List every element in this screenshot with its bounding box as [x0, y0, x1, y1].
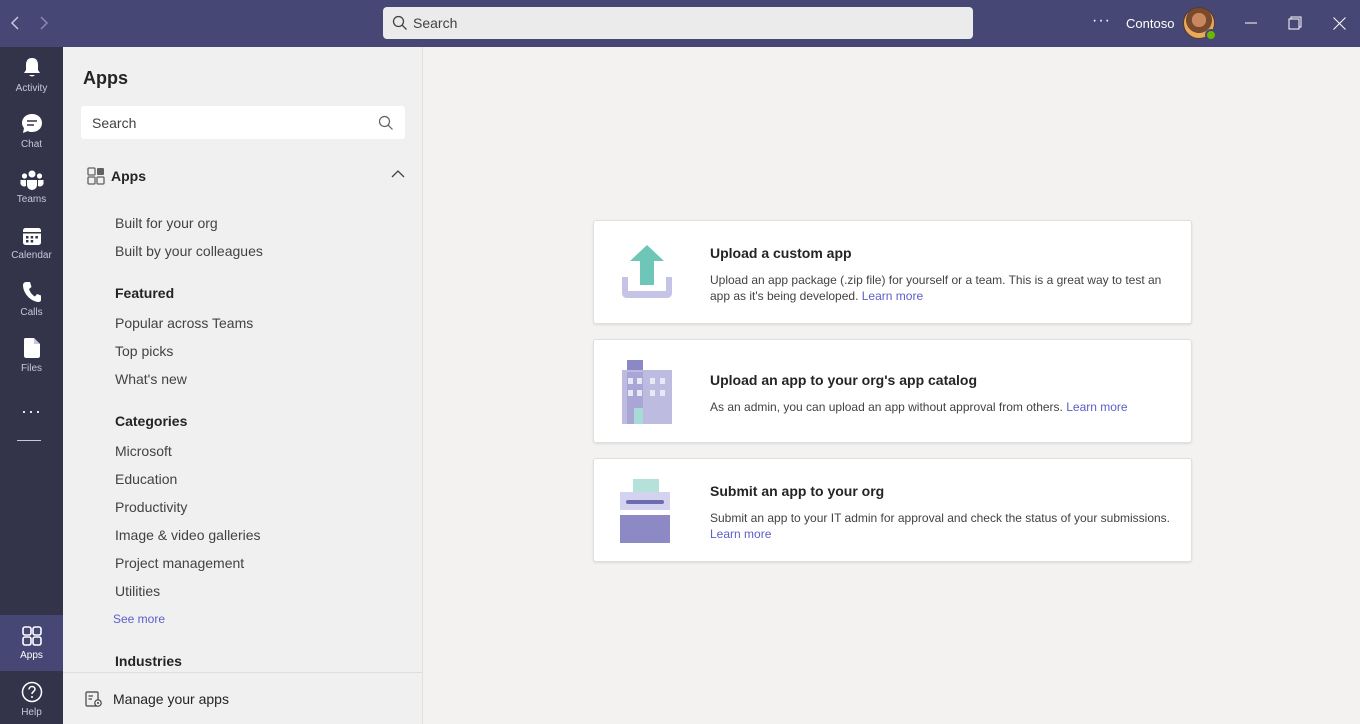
- rail-item-calendar[interactable]: Calendar: [0, 215, 63, 271]
- calendar-icon: [22, 227, 41, 245]
- learn-more-link[interactable]: Learn more: [862, 289, 923, 303]
- close-icon[interactable]: [1327, 12, 1351, 34]
- nav-category-education[interactable]: Education: [115, 471, 177, 487]
- card-description: Upload an app package (.zip file) for yo…: [710, 272, 1172, 304]
- apps-section-label: Apps: [111, 168, 146, 184]
- nav-built-by-colleagues[interactable]: Built by your colleagues: [115, 243, 263, 259]
- org-name[interactable]: Contoso: [1126, 16, 1174, 31]
- minimize-icon[interactable]: [1239, 12, 1263, 34]
- categories-heading: Categories: [115, 413, 188, 429]
- rail-label-activity: Activity: [15, 82, 48, 94]
- apps-search-input[interactable]: Search: [81, 106, 405, 139]
- more-options-icon[interactable]: ···: [1092, 12, 1111, 30]
- apps-left-pane: Apps Search Apps Built for your org Buil…: [63, 47, 423, 724]
- rail-label-files: Files: [20, 362, 43, 374]
- apps-section-toggle[interactable]: Apps: [87, 165, 405, 187]
- manage-apps-button[interactable]: Manage your apps: [63, 672, 422, 724]
- back-arrow-icon[interactable]: [4, 12, 26, 34]
- card-description-text: As an admin, you can upload an app witho…: [710, 400, 1063, 414]
- rail-item-calls[interactable]: Calls: [0, 271, 63, 327]
- search-icon: [392, 15, 407, 30]
- global-search-input[interactable]: Search: [383, 7, 973, 39]
- chat-icon: [21, 113, 42, 133]
- rail-item-activity[interactable]: Activity: [0, 47, 63, 103]
- featured-heading: Featured: [115, 285, 175, 301]
- building-icon: [622, 360, 672, 424]
- learn-more-link[interactable]: Learn more: [1066, 400, 1127, 414]
- search-icon[interactable]: [378, 115, 394, 131]
- rail-label-apps: Apps: [20, 649, 43, 661]
- rail-item-files[interactable]: Files: [0, 327, 63, 383]
- apps-icon: [21, 625, 42, 646]
- manage-apps-icon: [85, 690, 102, 707]
- rail-label-calls: Calls: [20, 306, 43, 318]
- rail-label-chat: Chat: [20, 138, 43, 150]
- nav-category-utilities[interactable]: Utilities: [115, 583, 160, 599]
- rail-item-teams[interactable]: Teams: [0, 159, 63, 215]
- card-description: Submit an app to your IT admin for appro…: [710, 510, 1172, 542]
- page-title: Apps: [83, 68, 128, 88]
- more-apps-icon[interactable]: ···: [0, 383, 63, 439]
- phone-icon: [22, 281, 41, 302]
- rail-item-help[interactable]: Help: [0, 671, 63, 724]
- forward-arrow-icon[interactable]: [33, 12, 55, 34]
- submit-box-icon: [620, 479, 670, 543]
- upload-icon: [622, 245, 672, 298]
- presence-available-icon: [1205, 29, 1217, 41]
- nav-popular-across-teams[interactable]: Popular across Teams: [115, 315, 253, 331]
- bell-icon: [23, 57, 40, 76]
- card-description-text: Upload an app package (.zip file) for yo…: [710, 273, 1162, 303]
- manage-apps-label: Manage your apps: [113, 690, 229, 707]
- rail-item-apps[interactable]: Apps: [0, 615, 63, 671]
- card-description: As an admin, you can upload an app witho…: [710, 399, 1172, 415]
- industries-heading: Industries: [115, 653, 182, 669]
- teams-icon: [20, 170, 43, 190]
- chevron-up-icon[interactable]: [391, 169, 405, 178]
- rail-label-help: Help: [21, 706, 42, 718]
- card-title: Submit an app to your org: [710, 483, 885, 499]
- card-description-text: Submit an app to your IT admin for appro…: [710, 511, 1171, 525]
- apps-grid-icon: [87, 167, 105, 185]
- nav-category-microsoft[interactable]: Microsoft: [115, 443, 172, 459]
- nav-built-for-your-org[interactable]: Built for your org: [115, 215, 218, 231]
- avatar[interactable]: [1183, 7, 1217, 41]
- global-search-placeholder: Search: [413, 15, 458, 31]
- rail-label-teams: Teams: [16, 193, 47, 205]
- nav-category-project-management[interactable]: Project management: [115, 555, 244, 571]
- rail-item-chat[interactable]: Chat: [0, 103, 63, 159]
- main-content: Upload a custom app Upload an app packag…: [423, 47, 1360, 724]
- title-bar: Search ··· Contoso: [0, 0, 1360, 47]
- nav-top-picks[interactable]: Top picks: [115, 343, 173, 359]
- submit-app-card[interactable]: Submit an app to your org Submit an app …: [593, 458, 1192, 562]
- upload-custom-app-card[interactable]: Upload a custom app Upload an app packag…: [593, 220, 1192, 324]
- help-icon: [21, 681, 42, 702]
- see-more-link[interactable]: See more: [113, 612, 165, 626]
- card-title: Upload a custom app: [710, 245, 852, 261]
- nav-category-image-video[interactable]: Image & video galleries: [115, 527, 261, 543]
- upload-org-catalog-card[interactable]: Upload an app to your org's app catalog …: [593, 339, 1192, 443]
- nav-category-productivity[interactable]: Productivity: [115, 499, 187, 515]
- rail-label-calendar: Calendar: [11, 249, 52, 261]
- nav-whats-new[interactable]: What's new: [115, 371, 187, 387]
- apps-search-placeholder: Search: [92, 114, 137, 131]
- learn-more-link[interactable]: Learn more: [710, 527, 771, 541]
- card-title: Upload an app to your org's app catalog: [710, 372, 978, 388]
- rail-divider: [17, 440, 41, 441]
- restore-icon[interactable]: [1283, 12, 1307, 34]
- app-rail: Activity Chat Teams Calendar Calls Files…: [0, 47, 63, 724]
- file-icon: [23, 337, 40, 358]
